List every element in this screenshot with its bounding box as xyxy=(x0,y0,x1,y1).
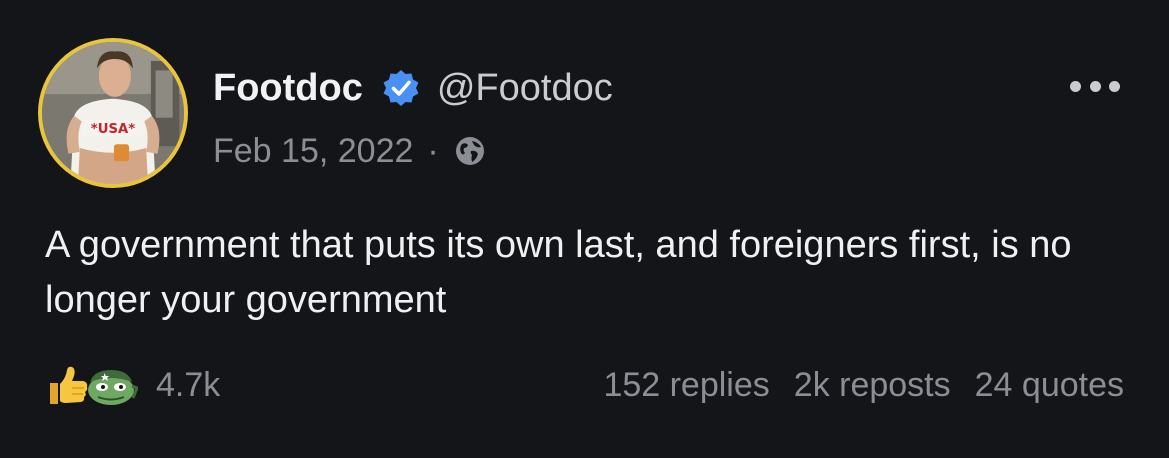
replies-count[interactable]: 152 replies xyxy=(603,366,769,405)
author-handle[interactable]: @Footdoc xyxy=(437,67,613,110)
svg-text:*USA*: *USA* xyxy=(91,122,135,137)
post-stats: 4.7k 152 replies 2k reposts 24 quotes xyxy=(44,362,1124,408)
more-dot xyxy=(1089,80,1101,92)
globe-icon xyxy=(453,134,487,168)
reaction-count: 4.7k xyxy=(156,365,221,404)
reposts-count[interactable]: 2k reposts xyxy=(794,366,951,405)
engagement-counts: 152 replies 2k reposts 24 quotes xyxy=(603,362,1124,408)
author-row: Footdoc @Footdoc xyxy=(213,64,613,112)
frog-emoji-icon xyxy=(84,362,138,408)
verified-check-icon xyxy=(381,68,421,108)
avatar-photo: *USA* xyxy=(42,42,184,184)
more-dot xyxy=(1109,80,1120,92)
more-options-icon[interactable] xyxy=(1070,78,1120,94)
author-display-name[interactable]: Footdoc xyxy=(213,67,363,110)
post-date[interactable]: Feb 15, 2022 xyxy=(213,132,413,171)
post-meta: Feb 15, 2022 · xyxy=(213,128,487,174)
avatar[interactable]: *USA* xyxy=(38,38,188,188)
reactions-summary[interactable]: 4.7k xyxy=(44,362,220,408)
post-text: A government that puts its own last, and… xyxy=(45,224,1072,321)
quotes-count[interactable]: 24 quotes xyxy=(975,366,1124,405)
more-dot xyxy=(1070,80,1081,92)
meta-separator: · xyxy=(427,131,439,170)
